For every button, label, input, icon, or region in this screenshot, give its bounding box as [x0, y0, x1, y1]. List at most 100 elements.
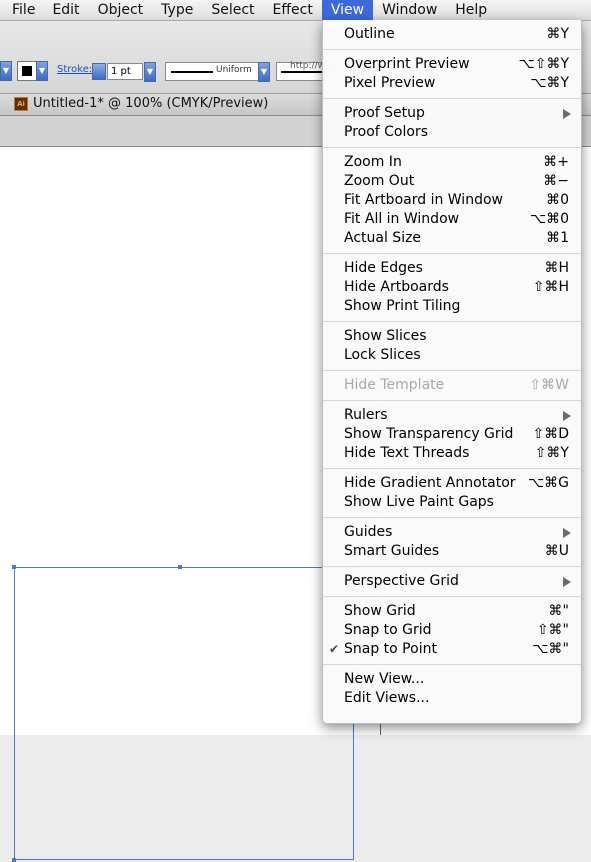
menu-separator: [323, 49, 581, 50]
document-title: Untitled-1* @ 100% (CMYK/Preview): [33, 96, 269, 111]
menu-item-shortcut: ⇧⌘": [536, 622, 569, 638]
menu-item-label: Hide Artboards: [344, 279, 449, 295]
menu-item-proof-colors[interactable]: Proof Colors: [323, 123, 581, 142]
menu-window[interactable]: Window: [373, 0, 446, 20]
menu-item-shortcut: ⇧⌘W: [529, 377, 569, 393]
menu-item-label: Hide Gradient Annotator: [344, 475, 516, 491]
menu-item-guides[interactable]: Guides: [323, 523, 581, 542]
menu-item-label: Snap to Point: [344, 641, 437, 657]
menu-type[interactable]: Type: [152, 0, 202, 20]
menu-item-shortcut: ⌥⇧⌘Y: [518, 56, 569, 72]
menu-item-lock-slices[interactable]: Lock Slices: [323, 346, 581, 365]
menu-item-label: Perspective Grid: [344, 573, 459, 589]
stroke-weight-field[interactable]: 1 pt: [107, 63, 143, 80]
menu-item-label: Hide Template: [344, 377, 445, 393]
stroke-label-link[interactable]: Stroke:: [57, 64, 92, 75]
stroke-color-icon: [21, 65, 33, 77]
submenu-arrow-icon: [563, 411, 571, 421]
menu-item-edit-views[interactable]: Edit Views...: [323, 689, 581, 708]
menu-item-shortcut: ⌘1: [546, 230, 569, 246]
menu-item-shortcut: ⌘−: [543, 173, 569, 189]
menu-item-shortcut: ⌥⌘Y: [530, 75, 569, 91]
menu-item-perspective-grid[interactable]: Perspective Grid: [323, 572, 581, 591]
menu-item-shortcut: ⌥⌘0: [529, 211, 569, 227]
menu-item-pixel-preview[interactable]: Pixel Preview ⌥⌘Y: [323, 74, 581, 93]
menu-separator: [323, 370, 581, 371]
menu-item-shortcut: ⌥⌘": [532, 641, 569, 657]
menu-item-label: Smart Guides: [344, 543, 440, 559]
view-menu: Outline ⌘Y Overprint Preview ⌥⇧⌘Y Pixel Prev…: [322, 20, 582, 724]
menu-item-label: New View...: [344, 671, 425, 687]
menu-item-zoom-out[interactable]: Zoom Out ⌘−: [323, 172, 581, 191]
menu-item-zoom-in[interactable]: Zoom In ⌘+: [323, 153, 581, 172]
menu-item-label: Guides: [344, 524, 393, 540]
menu-item-shortcut: ⌘H: [544, 260, 569, 276]
menu-file[interactable]: File: [0, 0, 43, 20]
menu-item-proof-setup[interactable]: Proof Setup: [323, 104, 581, 123]
menu-item-label: Show Slices: [344, 328, 427, 344]
menu-item-label: Hide Text Threads: [344, 445, 470, 461]
menu-item-actual-size[interactable]: Actual Size ⌘1: [323, 229, 581, 248]
menu-item-hide-edges[interactable]: Hide Edges ⌘H: [323, 259, 581, 278]
menu-item-label: Zoom In: [344, 154, 402, 170]
menu-separator: [323, 664, 581, 665]
menu-item-hide-artboards[interactable]: Hide Artboards ⇧⌘H: [323, 278, 581, 297]
menu-separator: [323, 566, 581, 567]
fill-dropdown-arrow-icon[interactable]: ▼: [0, 61, 12, 81]
menu-item-shortcut: ⇧⌘H: [532, 279, 569, 295]
menu-item-label: Show Print Tiling: [344, 298, 461, 314]
menu-item-shortcut: ⇧⌘D: [532, 426, 569, 442]
profile-dropdown-icon[interactable]: ▼: [258, 62, 270, 82]
stroke-weight-dropdown-icon[interactable]: ▼: [144, 62, 156, 82]
menu-edit[interactable]: Edit: [43, 0, 88, 20]
menu-item-label: Edit Views...: [344, 690, 430, 706]
stroke-swatch-dropdown-icon[interactable]: ▼: [36, 61, 48, 81]
menu-item-label: Fit All in Window: [344, 211, 460, 227]
artboard[interactable]: [14, 567, 354, 860]
menu-select[interactable]: Select: [202, 0, 263, 20]
menu-item-label: Show Transparency Grid: [344, 426, 514, 442]
menu-item-show-print-tiling[interactable]: Show Print Tiling: [323, 297, 581, 316]
menu-object[interactable]: Object: [89, 0, 153, 20]
menu-item-show-transparency-grid[interactable]: Show Transparency Grid ⇧⌘D: [323, 425, 581, 444]
menu-item-overprint-preview[interactable]: Overprint Preview ⌥⇧⌘Y: [323, 55, 581, 74]
profile-line-icon: [171, 71, 213, 73]
menu-item-rulers[interactable]: Rulers: [323, 406, 581, 425]
menu-effect[interactable]: Effect: [264, 0, 322, 20]
menu-item-snap-to-point[interactable]: ✔ Snap to Point ⌥⌘": [323, 640, 581, 659]
menu-view[interactable]: View: [321, 0, 374, 20]
menu-separator: [323, 517, 581, 518]
menu-item-label: Rulers: [344, 407, 388, 423]
menu-item-label: Snap to Grid: [344, 622, 432, 638]
menu-separator: [323, 98, 581, 99]
menu-item-show-grid[interactable]: Show Grid ⌘": [323, 602, 581, 621]
menubar: File Edit Object Type Select Effect View Window…: [0, 0, 591, 21]
menu-item-fit-artboard-in-window[interactable]: Fit Artboard in Window ⌘0: [323, 191, 581, 210]
menu-item-hide-text-threads[interactable]: Hide Text Threads ⇧⌘Y: [323, 444, 581, 463]
submenu-arrow-icon: [563, 109, 571, 119]
stroke-weight-stepper[interactable]: [92, 63, 106, 80]
artboard-center-point[interactable]: [178, 565, 182, 569]
menu-item-snap-to-grid[interactable]: Snap to Grid ⇧⌘": [323, 621, 581, 640]
menu-item-show-slices[interactable]: Show Slices: [323, 327, 581, 346]
artboard-handle[interactable]: [12, 858, 16, 862]
submenu-arrow-icon: [563, 577, 571, 587]
menu-item-shortcut: ⇧⌘Y: [534, 445, 569, 461]
variable-width-profile-select[interactable]: Uniform: [165, 62, 269, 81]
menu-item-smart-guides[interactable]: Smart Guides ⌘U: [323, 542, 581, 561]
menu-item-shortcut: ⌥⌘G: [528, 475, 569, 491]
menu-item-outline[interactable]: Outline ⌘Y: [323, 25, 581, 44]
artboard-handle[interactable]: [12, 565, 16, 569]
menu-item-label: Fit Artboard in Window: [344, 192, 503, 208]
menu-item-shortcut: ⌘Y: [546, 26, 569, 42]
menu-help[interactable]: Help: [446, 0, 496, 20]
menu-separator: [323, 468, 581, 469]
menu-item-new-view[interactable]: New View...: [323, 670, 581, 689]
menu-item-show-live-paint-gaps[interactable]: Show Live Paint Gaps: [323, 493, 581, 512]
stroke-swatch[interactable]: [17, 61, 37, 81]
menu-item-fit-all-in-window[interactable]: Fit All in Window ⌥⌘0: [323, 210, 581, 229]
menu-item-label: Zoom Out: [344, 173, 415, 189]
menu-item-hide-gradient-annotator[interactable]: Hide Gradient Annotator ⌥⌘G: [323, 474, 581, 493]
menu-item-label: Outline: [344, 26, 395, 42]
menu-item-label: Pixel Preview: [344, 75, 436, 91]
